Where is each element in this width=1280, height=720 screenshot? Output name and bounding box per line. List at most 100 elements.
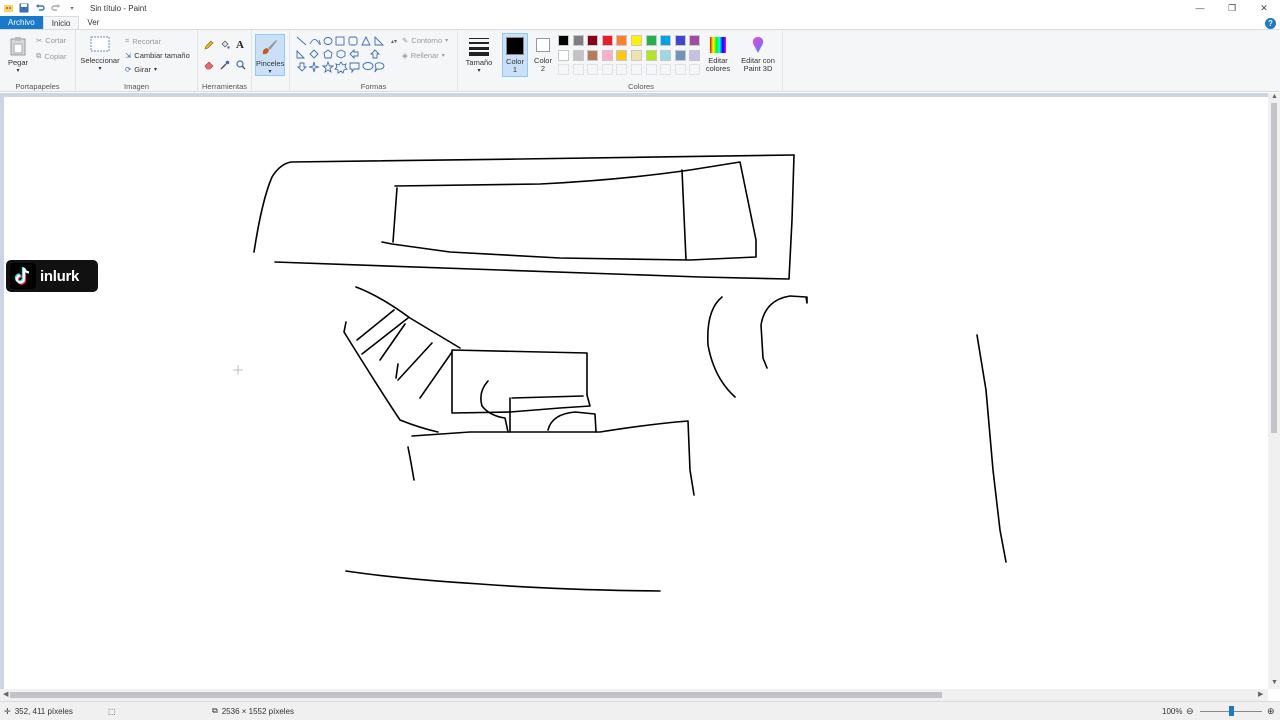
horizontal-scrollbar[interactable]: ◀ ▶ [0,689,1268,701]
brushes-chevron-icon: ▾ [268,69,272,75]
tab-ver[interactable]: Ver [79,16,107,29]
fill-chevron-icon: ▾ [441,53,445,59]
selection-size-icon: ⬚ [108,706,116,716]
rotate-chevron-icon: ▾ [153,67,157,73]
shapes-gallery[interactable] [296,36,390,76]
pencil-icon[interactable] [204,40,214,52]
fill-bucket-icon[interactable] [220,40,230,52]
tab-archivo[interactable]: Archivo [0,16,43,29]
freehand-drawing [233,154,1007,592]
watermark-text: inlurk [40,267,80,285]
help-icon[interactable]: ? [1265,18,1276,29]
copy-icon: ⧉ [36,51,42,60]
clipboard-icon [10,37,26,56]
tools-group-label: Herramientas [201,82,247,91]
fill-label: Rellenar [410,51,439,60]
group-brushes: Pinceles ▾ [252,30,290,92]
shapes-scroll-chevron-icon[interactable]: ▴▾ [391,38,397,45]
selection-rectangle-icon [90,36,110,52]
brushes-label: Pinceles [256,59,285,68]
canvas-size-text: 2536 × 1552 píxeles [221,706,294,716]
resize-icon: ⇲ [125,51,132,60]
zoom-level: 100% [1162,707,1182,716]
scroll-right-icon[interactable]: ▶ [1258,690,1263,698]
cut-label: Cortar [45,36,67,45]
ribbon-divider [782,30,783,92]
outline-button[interactable]: ✎ Contorno ▾ [402,36,448,45]
crop-label: Recortar [132,36,161,46]
eraser-icon[interactable] [204,60,214,72]
clipboard-group-label: Portapapeles [15,82,60,91]
selection-size: ⬚ [108,707,116,716]
tiktok-logo-icon [10,263,36,289]
rotate-icon: ⟳ [125,65,132,74]
fill-button[interactable]: ◈ Rellenar ▾ [402,51,445,60]
cut-button[interactable]: ✂ Cortar [36,36,66,45]
status-bar: ✛ 352, 411 píxeles ⬚ ⧉ 2536 × 1552 píxel… [0,701,1280,720]
colors-group-label: Colores [628,82,654,91]
horizontal-scroll-thumb[interactable] [10,692,942,698]
line-size-icon [469,38,489,56]
copy-label: Copiar [44,51,67,61]
group-shapes: ▴▾ ✎ Contorno ▾ ◈ Rellenar ▾ Formas [290,30,458,92]
save-icon[interactable] [18,2,30,14]
vertical-scrollbar[interactable]: ▲ ▼ [1268,93,1280,689]
zoom-out-icon[interactable]: ⊖ [1186,706,1194,717]
outline-label: Contorno [411,36,443,45]
outline-chevron-icon: ▾ [445,38,449,44]
text-icon[interactable]: A [236,39,244,51]
customize-qat-chevron-icon[interactable]: ▾ [66,2,78,14]
rotate-button[interactable]: ⟳ Girar ▾ [125,65,157,74]
brushes-button[interactable]: Pinceles ▾ [255,34,285,76]
fill-icon: ◈ [402,51,408,60]
resize-label: Cambiar tamaño [134,51,190,60]
select-label: Seleccionar [80,56,120,65]
copy-button[interactable]: ⧉ Copiar [36,51,66,61]
close-button[interactable]: ✕ [1248,0,1280,16]
vertical-scroll-thumb[interactable] [1271,103,1277,433]
image-group-label: Imagen [123,82,150,91]
scroll-up-icon[interactable]: ▲ [1271,93,1278,100]
canvas-viewport [0,93,1268,689]
size-chevron-icon: ▾ [477,68,481,74]
scroll-down-icon[interactable]: ▼ [1271,679,1278,686]
restore-button[interactable]: ❐ [1216,0,1248,16]
paste-label: Pegar [7,58,28,67]
zoom-level-text: 100% [1162,706,1183,716]
cursor-position-text: 352, 411 píxeles [14,706,73,716]
outline-icon: ✎ [402,36,409,45]
scissors-icon: ✂ [36,36,43,45]
ribbon: Pegar ▾ ✂ Cortar ⧉ Copiar Portapapeles S… [0,30,1280,92]
quick-access-toolbar: ▾ [0,2,78,14]
tab-inicio[interactable]: Inicio [42,16,80,29]
paste-button[interactable]: Pegar ▾ [6,36,30,74]
rotate-label: Girar [134,65,151,74]
redo-icon[interactable] [50,2,62,14]
crop-icon: ⌗ [125,36,130,45]
title-bar: ▾ Sin título - Paint — ❐ ✕ [0,0,1280,16]
group-tools: A Herramientas [198,30,252,92]
crop-button[interactable]: ⌗ Recortar [125,36,161,46]
color-picker-icon[interactable] [220,60,230,72]
shapes-group-label: Formas [360,82,387,91]
cursor-crosshair-icon: ✛ [4,706,11,716]
drawing-canvas[interactable] [4,97,1268,689]
undo-icon[interactable] [34,2,46,14]
paste-chevron-icon: ▾ [16,68,20,74]
select-chevron-icon: ▾ [98,66,102,72]
brush-icon [262,40,277,55]
resize-button[interactable]: ⇲ Cambiar tamaño [125,51,190,60]
paint-app-icon [2,2,14,14]
ribbon-tabs: Archivo Inicio Ver ? [0,16,1280,30]
minimize-button[interactable]: — [1184,0,1216,16]
canvas-size: ⧉ 2536 × 1552 píxeles [212,706,294,716]
size-label: Tamaño [465,58,493,67]
scroll-left-icon[interactable]: ◀ [3,690,8,698]
select-button[interactable]: Seleccionar ▾ [80,36,120,72]
zoom-slider-thumb[interactable] [1229,706,1234,716]
size-button[interactable]: Tamaño ▾ [462,36,496,74]
magnifier-icon[interactable] [236,60,246,72]
zoom-in-icon[interactable]: ⊕ [1267,706,1275,717]
canvas-size-icon: ⧉ [212,706,218,715]
window-title: Sin título - Paint [90,3,147,13]
